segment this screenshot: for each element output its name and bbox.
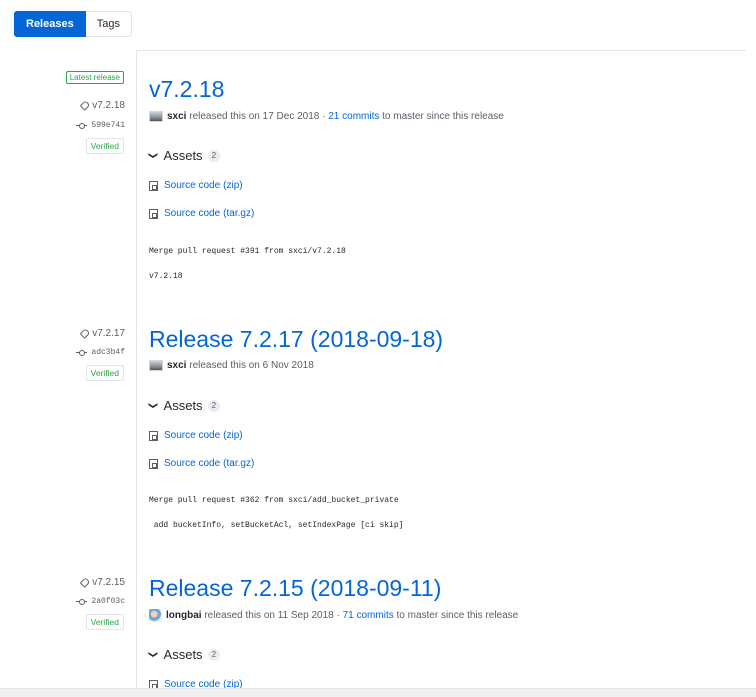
- commit-link[interactable]: 2a0f03c: [76, 597, 125, 606]
- commits-link[interactable]: 21 commits: [328, 111, 379, 122]
- source-label: Source code: [164, 180, 221, 191]
- release-title[interactable]: v7.2.18: [149, 76, 224, 103]
- commit-icon: [76, 598, 88, 605]
- tab-tags[interactable]: Tags: [85, 11, 132, 37]
- verified-badge[interactable]: Verified: [85, 365, 124, 381]
- release-notes-line: v7.2.18: [149, 272, 183, 281]
- tag-link[interactable]: v7.2.18: [79, 100, 125, 111]
- chevron-down-icon: ❯: [148, 650, 159, 659]
- commit-sha: 599e741: [91, 121, 125, 130]
- tag-link[interactable]: v7.2.15: [79, 577, 125, 588]
- release-byline: sxci released this on 17 Dec 2018 · 21 c…: [149, 111, 504, 122]
- source-ext: (tar.gz): [223, 458, 255, 469]
- release-notes-line: Merge pull request #362 from sxci/add_bu…: [149, 496, 399, 505]
- assets-label: Assets: [163, 398, 203, 413]
- avatar[interactable]: [149, 111, 163, 122]
- assets-toggle[interactable]: ❯ Assets 2: [148, 148, 221, 163]
- commit-icon: [76, 122, 88, 129]
- source-tar-link[interactable]: Source code (tar.gz): [149, 458, 254, 469]
- tag-name: v7.2.15: [92, 577, 125, 588]
- tag-name: v7.2.17: [92, 328, 125, 339]
- timeline-line: [136, 50, 137, 688]
- avatar[interactable]: [149, 360, 163, 371]
- commit-link[interactable]: adc3b4f: [76, 348, 125, 357]
- file-zip-icon: [149, 430, 158, 441]
- assets-toggle[interactable]: ❯ Assets 2: [148, 398, 221, 413]
- commit-sha: adc3b4f: [91, 348, 125, 357]
- verified-badge[interactable]: Verified: [85, 614, 124, 630]
- tag-link[interactable]: v7.2.17: [79, 328, 125, 339]
- divider: [136, 50, 746, 51]
- file-zip-icon: [149, 208, 158, 219]
- author-link[interactable]: longbai: [166, 610, 202, 621]
- source-zip-link[interactable]: Source code (zip): [149, 180, 243, 191]
- tag-icon: [79, 328, 91, 339]
- chevron-down-icon: ❯: [148, 151, 159, 160]
- assets-count: 2: [207, 149, 221, 162]
- commit-sha: 2a0f03c: [91, 597, 125, 606]
- release-notes-line: add bucketInfo, setBucketAcl, setIndexPa…: [149, 521, 404, 530]
- verified-badge[interactable]: Verified: [85, 138, 124, 154]
- release-byline: sxci released this on 6 Nov 2018: [149, 360, 314, 371]
- release-title[interactable]: Release 7.2.15 (2018-09-11): [149, 575, 441, 602]
- source-label: Source code: [164, 430, 221, 441]
- chevron-down-icon: ❯: [148, 401, 159, 410]
- assets-toggle[interactable]: ❯ Assets 2: [148, 647, 221, 662]
- horizontal-scrollbar[interactable]: [0, 688, 756, 697]
- source-ext: (tar.gz): [223, 208, 255, 219]
- assets-label: Assets: [163, 148, 203, 163]
- avatar[interactable]: [149, 609, 162, 622]
- release-title[interactable]: Release 7.2.17 (2018-09-18): [149, 326, 443, 353]
- author-link[interactable]: sxci: [167, 111, 186, 122]
- assets-count: 2: [207, 399, 221, 412]
- file-zip-icon: [149, 458, 158, 469]
- commit-link[interactable]: 599e741: [76, 121, 125, 130]
- assets-count: 2: [207, 648, 221, 661]
- tab-releases[interactable]: Releases: [14, 11, 86, 37]
- source-zip-link[interactable]: Source code (zip): [149, 430, 243, 441]
- tag-name: v7.2.18: [92, 100, 125, 111]
- released-text: released this on 11 Sep 2018 ·: [204, 610, 340, 621]
- assets-label: Assets: [163, 647, 203, 662]
- source-ext: (zip): [223, 180, 243, 191]
- commits-suffix: to master since this release: [382, 111, 504, 122]
- released-text: released this on 6 Nov 2018: [189, 360, 314, 371]
- release-notes-line: Merge pull request #391 from sxci/v7.2.1…: [149, 247, 346, 256]
- file-zip-icon: [149, 180, 158, 191]
- release-tabs: Releases Tags: [14, 11, 132, 37]
- commits-link[interactable]: 71 commits: [343, 610, 394, 621]
- released-text: released this on 17 Dec 2018 ·: [189, 111, 326, 122]
- source-tar-link[interactable]: Source code (tar.gz): [149, 208, 254, 219]
- source-label: Source code: [164, 208, 221, 219]
- latest-release-badge: Latest release: [65, 71, 124, 84]
- release-byline: longbai released this on 11 Sep 2018 · 7…: [149, 609, 518, 622]
- source-label: Source code: [164, 458, 221, 469]
- source-ext: (zip): [223, 430, 243, 441]
- commits-suffix: to master since this release: [396, 610, 519, 621]
- tag-icon: [79, 577, 91, 588]
- commit-icon: [76, 349, 88, 356]
- tag-icon: [79, 100, 91, 111]
- author-link[interactable]: sxci: [167, 360, 186, 371]
